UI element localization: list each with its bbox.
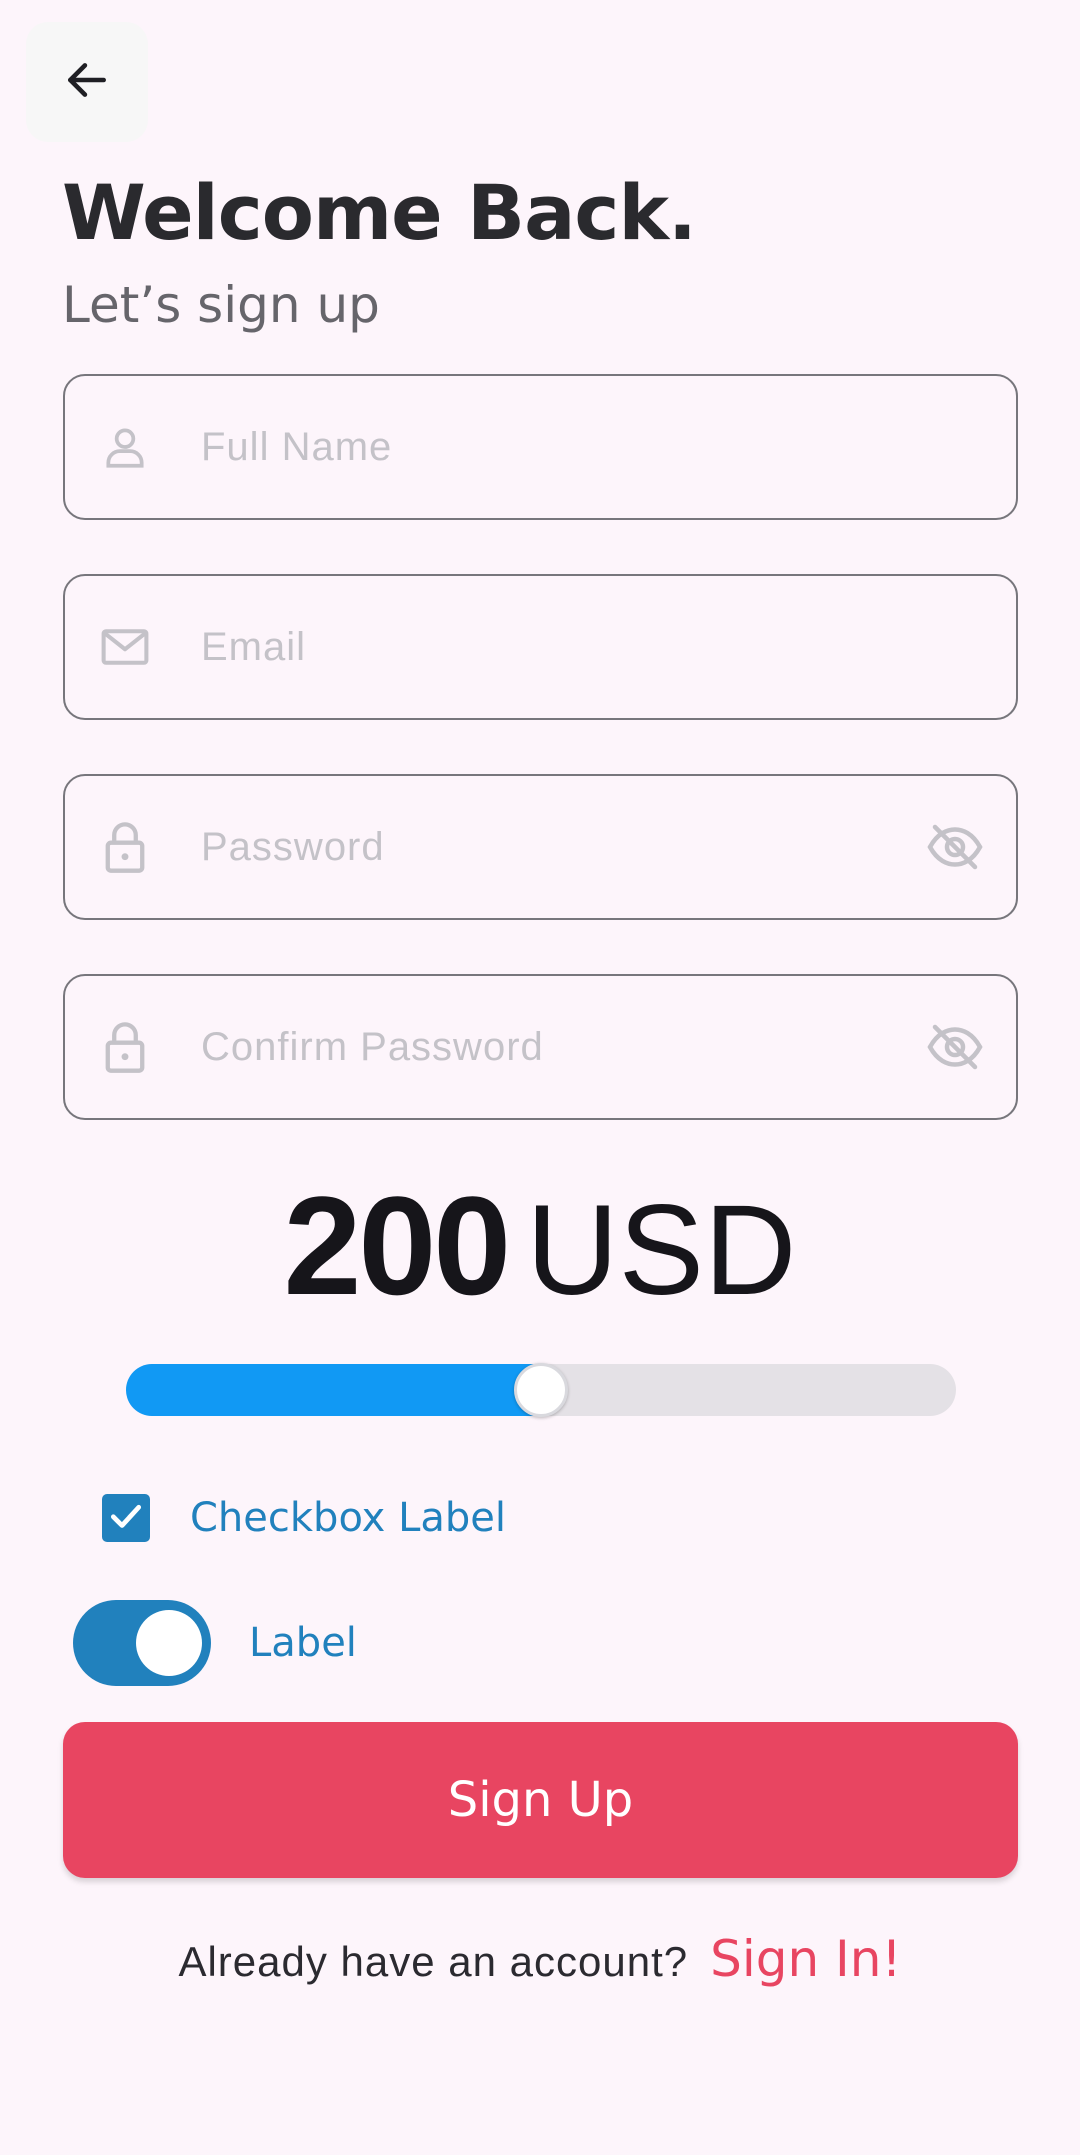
mail-icon <box>95 617 155 677</box>
amount-display: 200 USD <box>0 1165 1080 1327</box>
amount-value: 200 <box>283 1167 512 1324</box>
sign-up-button[interactable]: Sign Up <box>63 1722 1018 1878</box>
full-name-input[interactable] <box>201 376 906 518</box>
slider-fill <box>126 1364 541 1416</box>
lock-icon <box>95 817 155 877</box>
switch-label: Label <box>249 1620 357 1666</box>
password-field[interactable] <box>63 774 1018 920</box>
email-field[interactable] <box>63 574 1018 720</box>
checkbox[interactable] <box>102 1494 150 1542</box>
email-input[interactable] <box>201 576 906 718</box>
amount-slider[interactable] <box>126 1363 956 1417</box>
checkbox-row[interactable]: Checkbox Label <box>102 1493 506 1543</box>
checkbox-label: Checkbox Label <box>190 1495 506 1541</box>
signin-question: Already have an account? <box>178 1938 689 1985</box>
eye-off-icon[interactable] <box>922 1014 988 1080</box>
lock-icon <box>95 1017 155 1077</box>
signin-prompt: Already have an account? Sign In! <box>0 1930 1080 1988</box>
confirm-password-field[interactable] <box>63 974 1018 1120</box>
slider-thumb[interactable] <box>514 1363 568 1417</box>
amount-currency: USD <box>526 1179 797 1322</box>
toggle-knob <box>136 1610 202 1676</box>
password-input[interactable] <box>201 776 906 918</box>
toggle-switch[interactable] <box>73 1600 211 1686</box>
sign-in-link[interactable]: Sign In! <box>710 1930 901 1988</box>
page-subtitle: Let’s sign up <box>62 276 380 334</box>
back-button[interactable] <box>26 22 148 142</box>
check-icon <box>107 1497 145 1540</box>
page-title: Welcome Back. <box>62 168 697 257</box>
full-name-field[interactable] <box>63 374 1018 520</box>
eye-off-icon[interactable] <box>922 814 988 880</box>
switch-row: Label <box>73 1600 357 1686</box>
arrow-left-icon <box>62 55 112 110</box>
person-icon <box>95 417 155 477</box>
confirm-password-input[interactable] <box>201 976 906 1118</box>
signup-screen: Welcome Back. Let’s sign up Full Name Em… <box>0 0 1080 2155</box>
